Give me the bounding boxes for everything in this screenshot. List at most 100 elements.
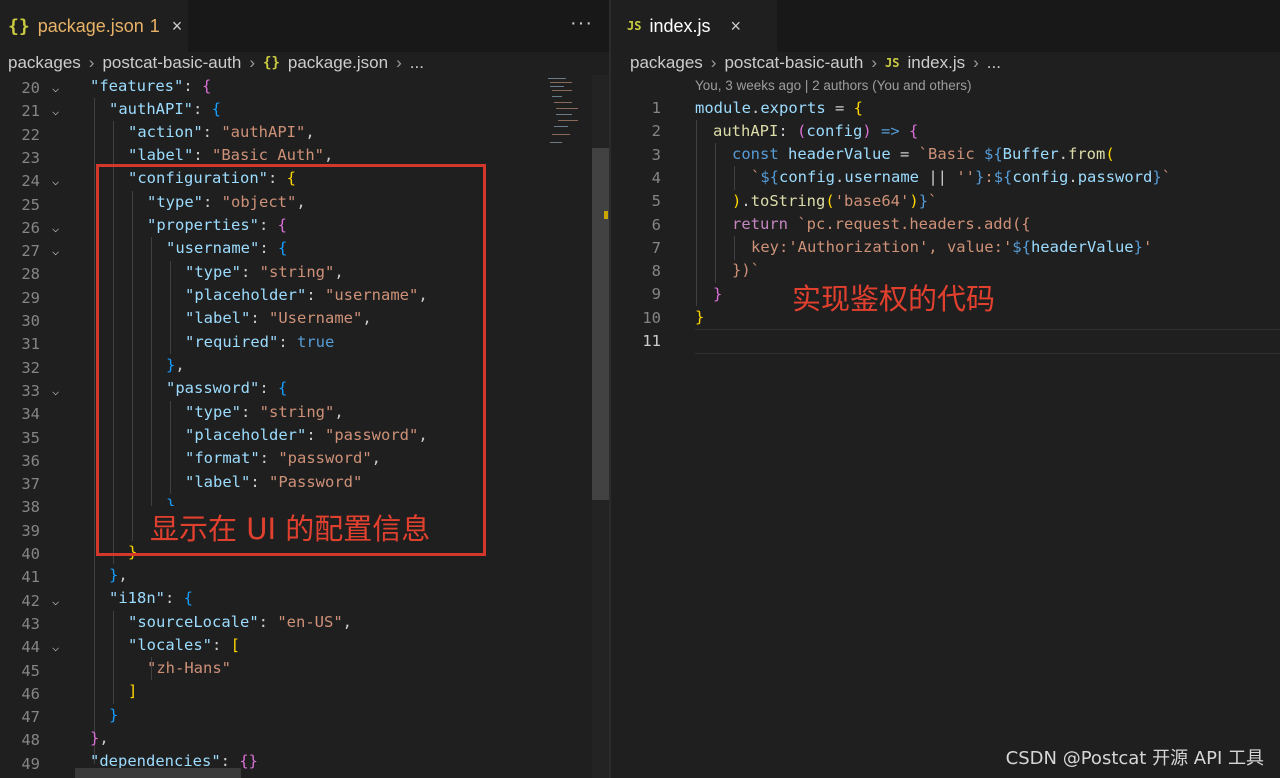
tab-package-json[interactable]: {} package.json 1 × <box>0 0 188 52</box>
line-number: 11 <box>642 332 661 350</box>
code-line: `${config.username || ''}:${config.passw… <box>751 168 1172 186</box>
indent-guide <box>734 236 735 260</box>
fold-chevron-icon[interactable]: ⌵ <box>52 594 59 608</box>
tab-index-js[interactable]: JS index.js × <box>611 0 777 52</box>
more-actions-icon[interactable]: ··· <box>570 12 593 35</box>
problem-count-badge: 1 <box>149 15 160 36</box>
line-number: 21 <box>21 102 40 120</box>
breadcrumb: packages › postcat-basic-auth › {} packa… <box>0 52 610 74</box>
chevron-right-icon: › <box>710 53 717 72</box>
line-number: 4 <box>651 169 661 187</box>
fold-chevron-icon[interactable]: ⌵ <box>52 81 59 95</box>
code-line: "zh-Hans" <box>147 659 231 677</box>
indent-guide <box>94 98 95 764</box>
line-number: 30 <box>21 312 40 330</box>
line-number: 47 <box>21 708 40 726</box>
breadcrumb: packages › postcat-basic-auth › JS index… <box>611 52 1280 74</box>
close-icon[interactable]: × <box>172 16 183 37</box>
code-line: } <box>713 285 723 303</box>
close-icon[interactable]: × <box>730 16 741 37</box>
line-number: 29 <box>21 289 40 307</box>
line-number: 8 <box>651 262 661 280</box>
line-number: 39 <box>21 522 40 540</box>
line-number: 35 <box>21 429 40 447</box>
breadcrumb-item[interactable]: ... <box>987 53 1001 73</box>
code-line: ).toString('base64')}` <box>732 192 938 210</box>
line-number: 49 <box>21 755 40 773</box>
code-line: } <box>695 308 705 326</box>
line-number: 48 <box>21 731 40 749</box>
tab-label: index.js <box>649 15 711 36</box>
line-number: 40 <box>21 545 40 563</box>
code-line: ] <box>128 682 138 700</box>
code-line: } <box>109 706 119 724</box>
breadcrumb-item[interactable]: postcat-basic-auth <box>102 53 241 73</box>
line-number: 42 <box>21 592 40 610</box>
breadcrumb-item[interactable]: packages <box>8 53 81 73</box>
minimap[interactable] <box>548 76 592 156</box>
left-editor-pane: {} package.json 1 × ··· packages › postc… <box>0 0 610 778</box>
line-number: 7 <box>651 239 661 257</box>
chevron-right-icon: › <box>871 53 878 72</box>
right-tab-bar: JS index.js × <box>611 0 1280 52</box>
chevron-right-icon: › <box>88 53 95 72</box>
json-file-icon: {} <box>8 15 30 37</box>
line-number: 33 <box>21 382 40 400</box>
breadcrumb-item[interactable]: index.js <box>907 53 965 73</box>
line-number: 20 <box>21 79 40 97</box>
line-number: 3 <box>651 146 661 164</box>
line-number: 28 <box>21 265 40 283</box>
code-line: const headerValue = `Basic ${Buffer.from… <box>732 145 1115 163</box>
right-editor-pane: JS index.js × packages › postcat-basic-a… <box>611 0 1280 778</box>
code-line: "features": { <box>90 77 212 95</box>
line-number: 31 <box>21 335 40 353</box>
annotation-box <box>96 164 486 556</box>
indent-guide <box>715 143 716 283</box>
fold-chevron-icon[interactable]: ⌵ <box>52 384 59 398</box>
breadcrumb-item[interactable]: packages <box>630 53 703 73</box>
scrollbar-thumb[interactable] <box>592 148 610 500</box>
breadcrumb-item[interactable]: package.json <box>288 53 388 73</box>
breadcrumb-item[interactable]: postcat-basic-auth <box>724 53 863 73</box>
line-number: 23 <box>21 149 40 167</box>
line-number: 2 <box>651 122 661 140</box>
horizontal-scrollbar[interactable] <box>75 768 241 778</box>
fold-chevron-icon[interactable]: ⌵ <box>52 244 59 258</box>
fold-chevron-icon[interactable]: ⌵ <box>52 104 59 118</box>
line-number: 44 <box>21 638 40 656</box>
line-number: 36 <box>21 452 40 470</box>
code-line: return `pc.request.headers.add({ <box>732 215 1031 233</box>
code-line: }, <box>109 566 128 584</box>
left-tab-bar: {} package.json 1 × ··· <box>0 0 610 52</box>
js-file-icon: JS <box>627 19 642 33</box>
fold-chevron-icon[interactable]: ⌵ <box>52 174 59 188</box>
line-number: 38 <box>21 498 40 516</box>
fold-chevron-icon[interactable]: ⌵ <box>52 221 59 235</box>
line-number: 1 <box>651 99 661 117</box>
code-line: authAPI: (config) => { <box>713 122 919 140</box>
current-line-highlight <box>695 329 1280 354</box>
fold-chevron-icon[interactable]: ⌵ <box>52 640 59 654</box>
code-line: }, <box>90 729 109 747</box>
line-number: 10 <box>642 309 661 327</box>
chevron-right-icon: › <box>973 53 979 72</box>
js-file-icon: JS <box>885 56 900 70</box>
line-number: 34 <box>21 405 40 423</box>
code-line: module.exports = { <box>695 99 864 117</box>
line-number: 37 <box>21 475 40 493</box>
annotation-label: 显示在 UI 的配置信息 <box>148 506 433 548</box>
indent-guide <box>696 120 697 306</box>
line-number: 22 <box>21 126 40 144</box>
line-number: 26 <box>21 219 40 237</box>
chevron-right-icon: › <box>249 53 256 72</box>
line-number: 45 <box>21 662 40 680</box>
warning-marker <box>604 211 608 219</box>
code-line: "locales": [ <box>128 636 241 654</box>
line-number: 6 <box>651 216 661 234</box>
code-line: "action": "authAPI", <box>128 123 315 141</box>
indent-guide <box>734 166 735 190</box>
watermark: CSDN @Postcat 开源 API 工具 <box>1005 748 1264 769</box>
breadcrumb-item[interactable]: ... <box>410 53 424 73</box>
line-number: 43 <box>21 615 40 633</box>
git-blame-codelens[interactable]: You, 3 weeks ago | 2 authors (You and ot… <box>695 78 971 93</box>
